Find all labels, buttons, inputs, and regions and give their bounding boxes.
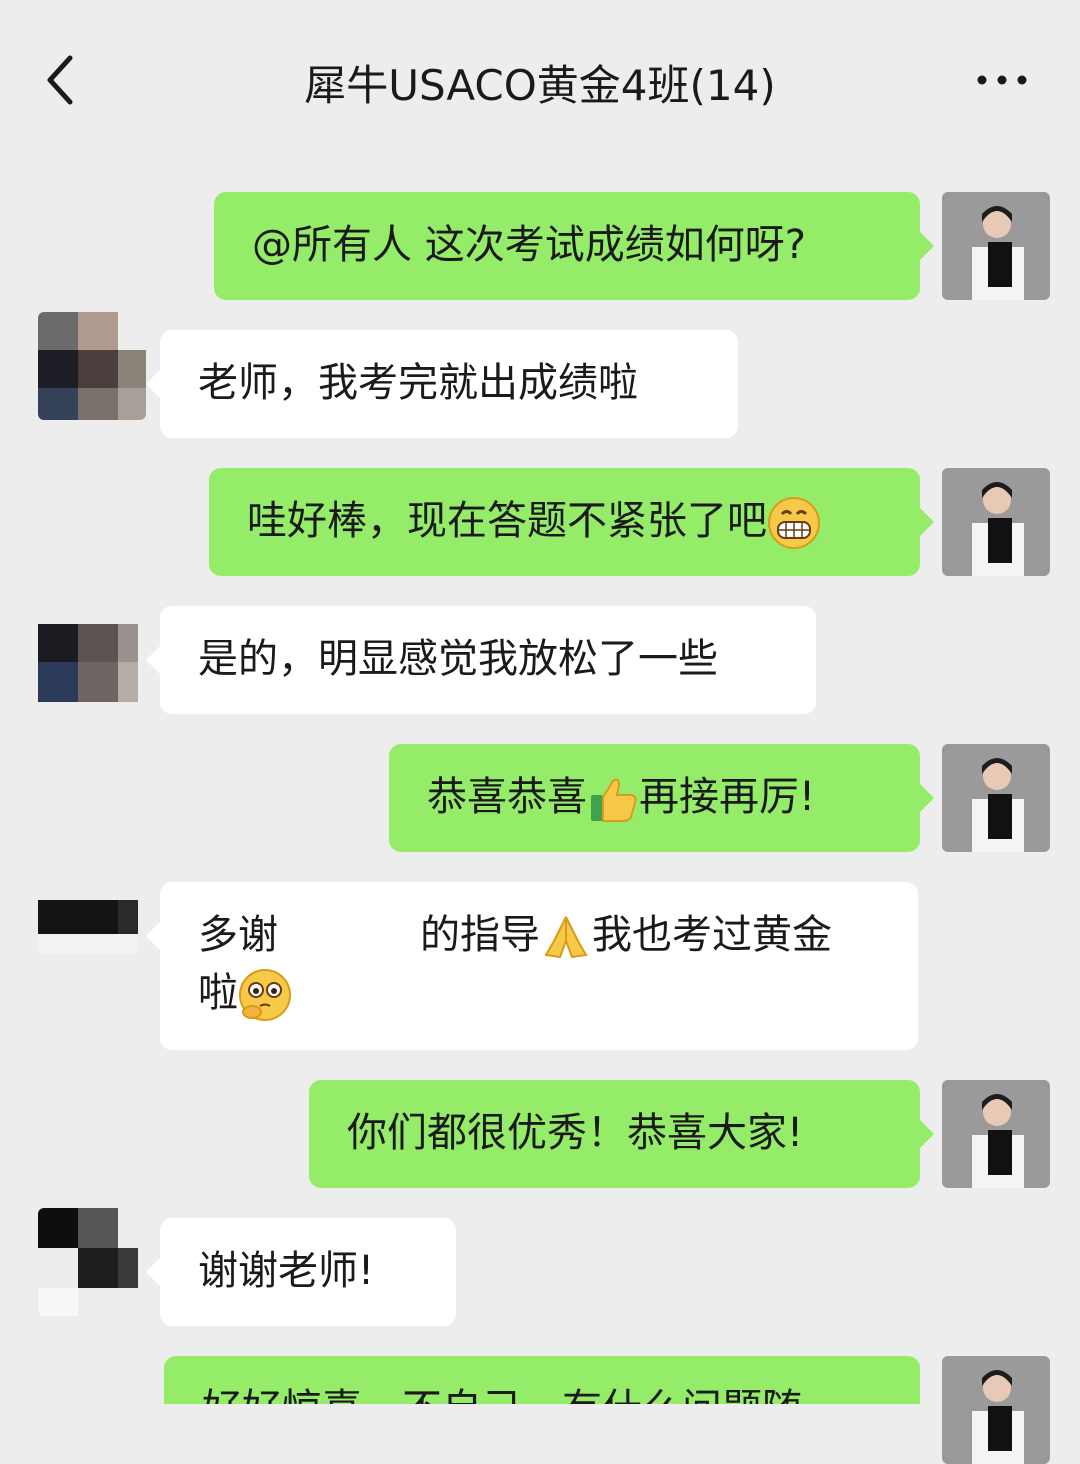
- message-text: 多谢: [198, 912, 278, 958]
- message-bubble[interactable]: 好好惊喜，不自己，有什么问题随: [164, 1356, 920, 1404]
- message-text: 哇好棒，现在答题不紧张了吧: [247, 498, 767, 544]
- my-avatar[interactable]: [942, 1356, 1050, 1464]
- grinning-face-emoji: [768, 497, 820, 549]
- message-bubble[interactable]: @所有人 这次考试成绩如何呀?: [214, 192, 934, 300]
- my-avatar[interactable]: [942, 468, 1050, 576]
- message-text: 好好惊喜，不自己，有什么问题随: [202, 1386, 802, 1404]
- message-text: 是的，明显感觉我放松了一些: [198, 636, 718, 682]
- message-text: @所有人 这次考试成绩如何呀?: [252, 222, 806, 268]
- message-bubble[interactable]: 谢谢老师!: [146, 1218, 456, 1326]
- my-avatar[interactable]: [942, 1080, 1050, 1188]
- my-avatar[interactable]: [942, 192, 1050, 300]
- message-bubble[interactable]: 是的，明显感觉我放松了一些: [146, 606, 816, 714]
- more-horizontal-icon[interactable]: [972, 68, 1032, 92]
- message-text: 老师，我考完就出成绩啦: [198, 360, 638, 406]
- message-bubble[interactable]: 多谢 的指导 我也考过黄金 啦: [146, 882, 918, 1050]
- message-text: 恭喜恭喜: [427, 774, 587, 820]
- contact-avatar[interactable]: [38, 312, 146, 420]
- message-text: 啦: [198, 970, 238, 1016]
- chat-title: 犀牛USACO黄金4班(14): [304, 61, 776, 110]
- message-text: 你们都很优秀！恭喜大家!: [347, 1110, 804, 1156]
- message-text: 谢谢老师!: [198, 1248, 375, 1294]
- contact-avatar[interactable]: [38, 882, 146, 990]
- message-bubble[interactable]: 哇好棒，现在答题不紧张了吧: [209, 468, 934, 576]
- contact-avatar[interactable]: [38, 606, 146, 714]
- message-text: 再接再厉!: [639, 774, 816, 820]
- contact-avatar[interactable]: [38, 1208, 146, 1316]
- my-avatar[interactable]: [942, 744, 1050, 852]
- shy-face-emoji: [239, 969, 291, 1021]
- folded-hands-emoji: [544, 916, 588, 959]
- message-bubble[interactable]: 恭喜恭喜 再接再厉!: [389, 744, 934, 852]
- message-bubble[interactable]: 你们都很优秀！恭喜大家!: [309, 1080, 934, 1188]
- message-text: 的指导: [420, 912, 540, 958]
- message-bubble[interactable]: 老师，我考完就出成绩啦: [146, 330, 738, 438]
- thumbs-up-emoji: [591, 778, 637, 822]
- message-text: 我也考过黄金: [592, 912, 832, 958]
- chat-header: 犀牛USACO黄金4班(14): [0, 0, 1080, 150]
